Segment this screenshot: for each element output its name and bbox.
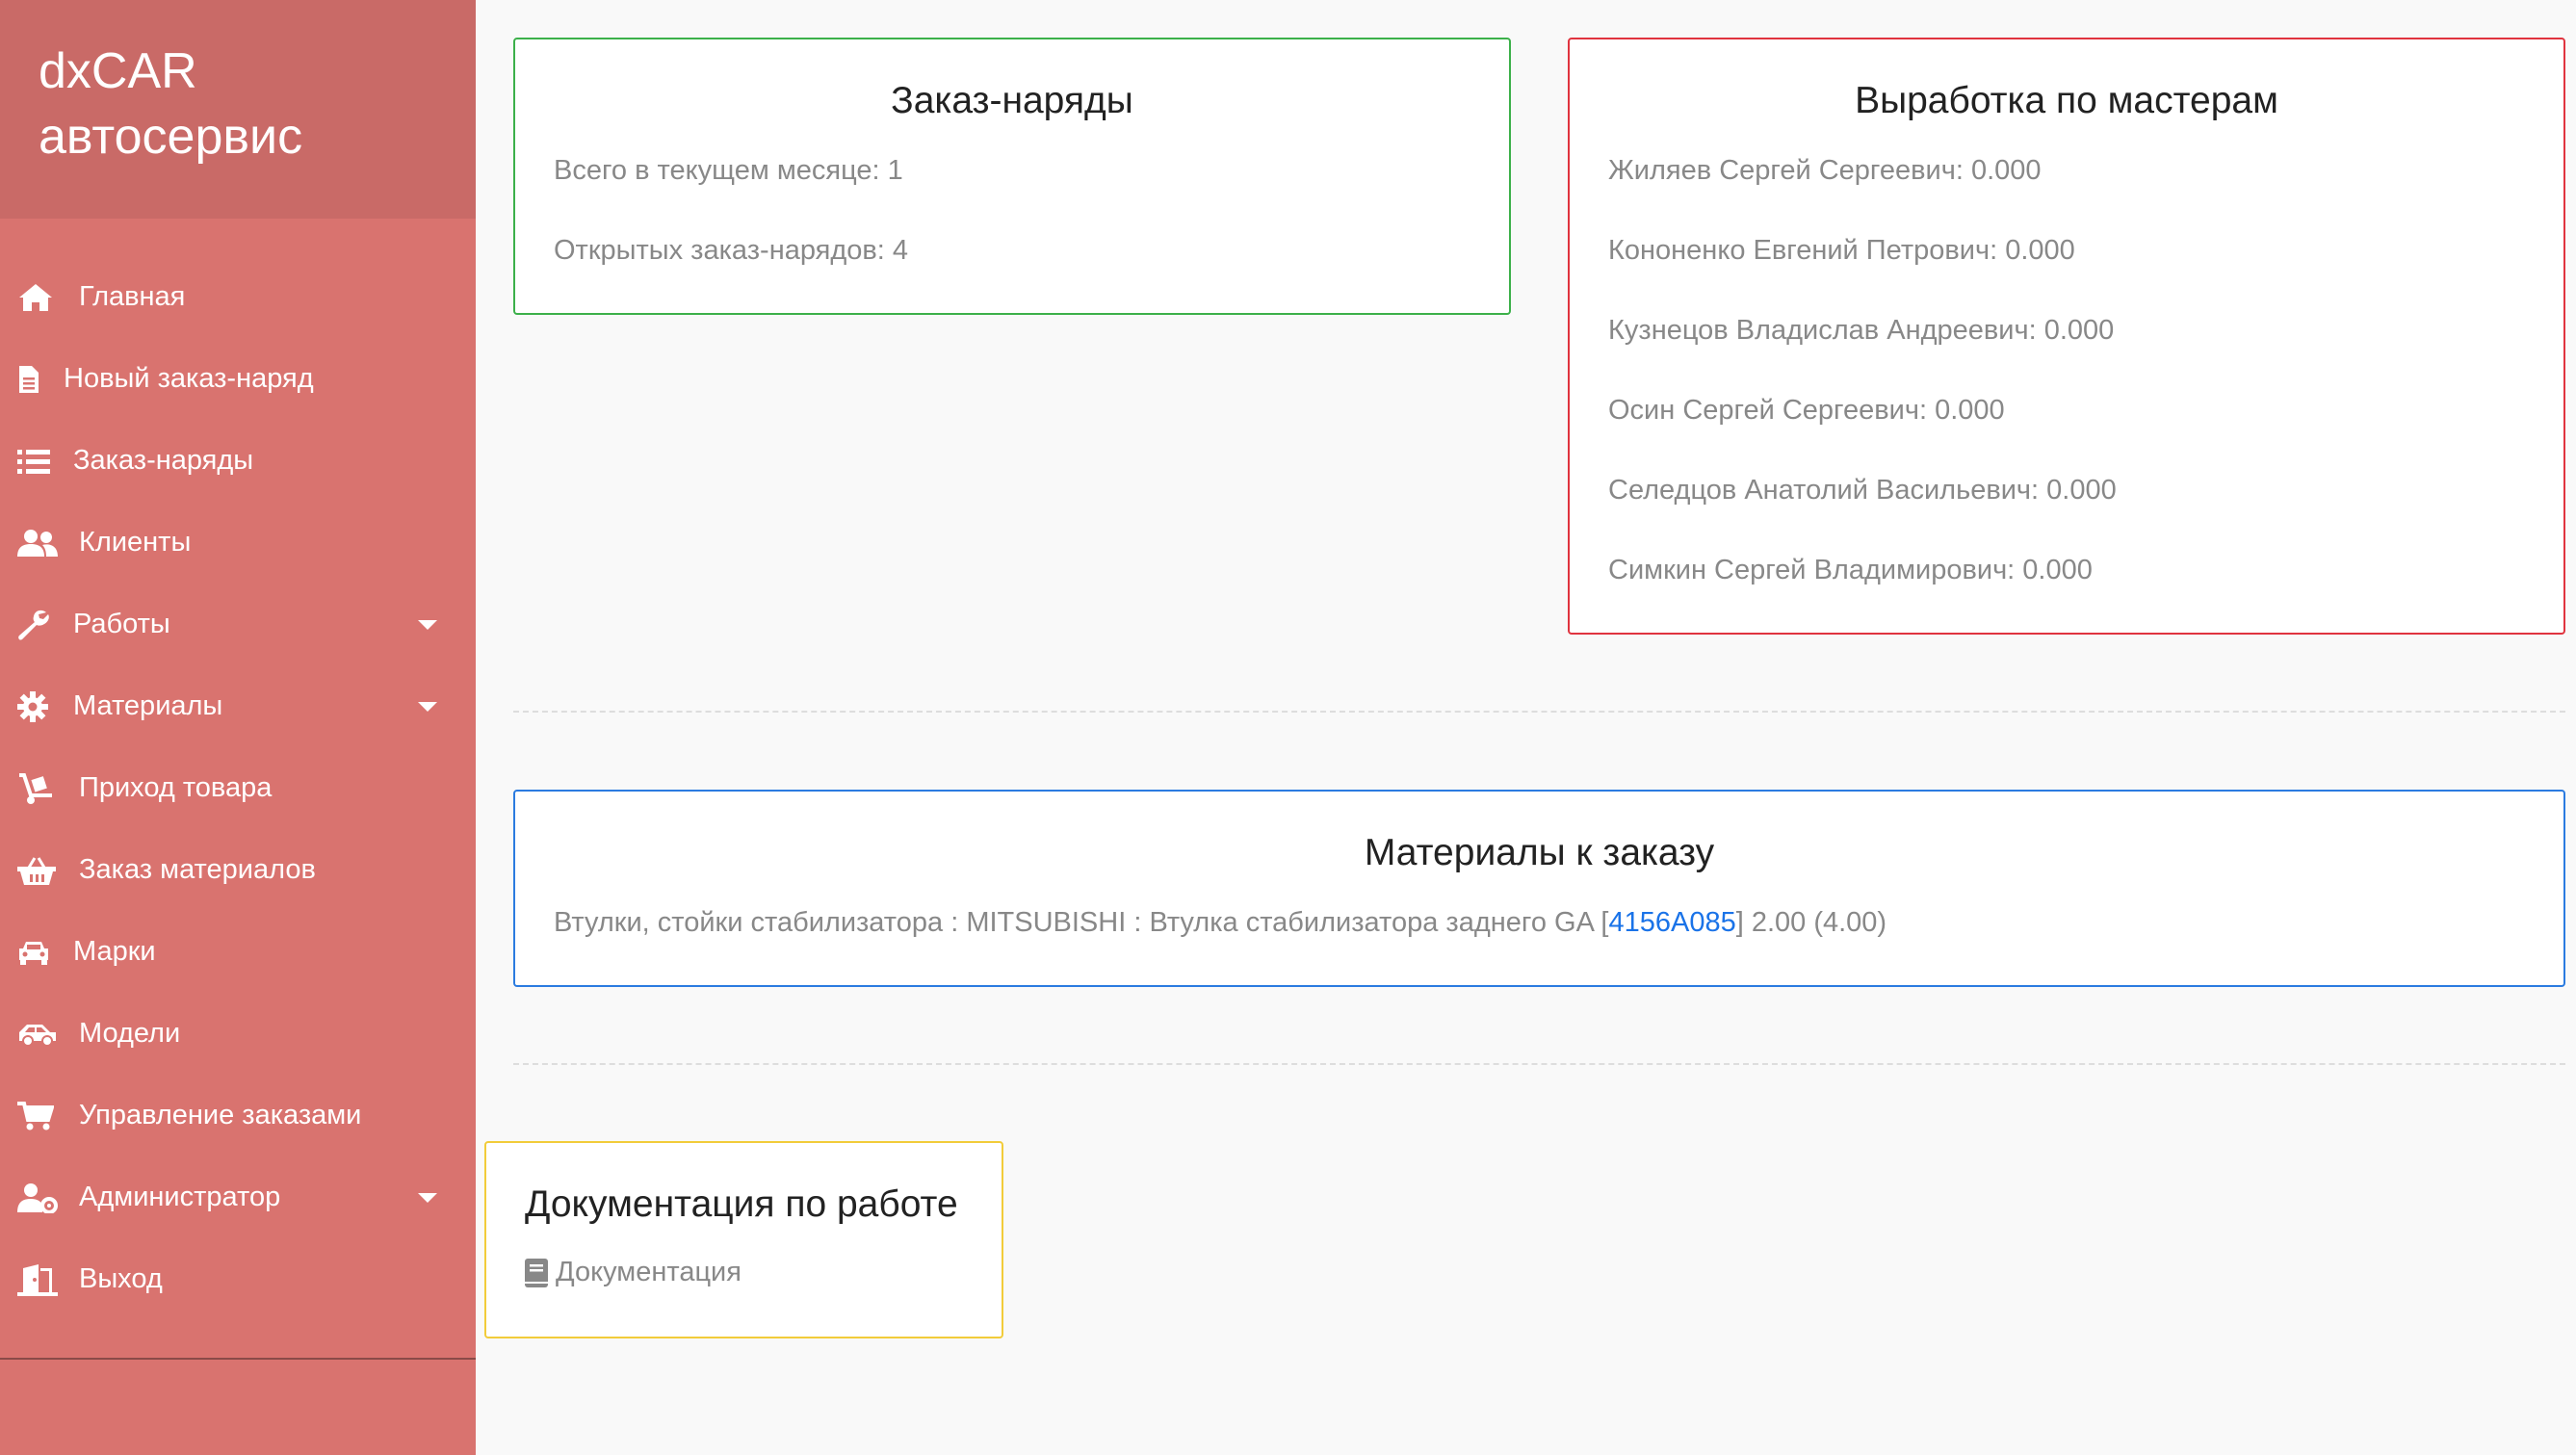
section-divider — [513, 711, 2565, 713]
sidebar-item-order-management[interactable]: Управление заказами — [0, 1075, 476, 1156]
material-item-description: Втулки, стойки стабилизатора : MITSUBISH… — [554, 907, 1609, 938]
sidebar-item-materials[interactable]: Материалы — [0, 665, 476, 747]
sidebar-item-label: Главная — [79, 281, 186, 312]
material-code-link[interactable]: 4156A085 — [1608, 907, 1735, 938]
section-divider — [513, 1063, 2565, 1065]
sidebar-item-label: Материалы — [73, 690, 223, 721]
documentation-link[interactable]: Документация — [525, 1257, 742, 1288]
car-side-icon — [17, 1015, 60, 1053]
sidebar-item-clients[interactable]: Клиенты — [0, 502, 476, 584]
sidebar-item-label: Администратор — [79, 1182, 281, 1212]
sidebar-item-goods-receipt[interactable]: Приход товара — [0, 747, 476, 829]
sidebar-item-label: Клиенты — [79, 527, 192, 558]
master-row: Жиляев Сергей Сергеевич: 0.000 — [1608, 155, 2042, 186]
sidebar-item-orders[interactable]: Заказ-наряды — [0, 420, 476, 502]
sidebar-item-label: Марки — [73, 936, 156, 967]
orders-card-title: Заказ-наряды — [891, 80, 1133, 121]
material-item: Втулки, стойки стабилизатора : MITSUBISH… — [554, 907, 1886, 939]
sidebar-item-brands[interactable]: Марки — [0, 911, 476, 993]
sidebar-item-label: Работы — [73, 609, 170, 639]
wrench-icon — [17, 606, 56, 644]
users-icon — [17, 524, 60, 562]
sidebar-item-order-materials[interactable]: Заказ материалов — [0, 829, 476, 911]
master-row: Симкин Сергей Владимирович: 0.000 — [1608, 555, 2093, 585]
master-row: Селедцов Анатолий Васильевич: 0.000 — [1608, 475, 2117, 506]
material-item-quantity: ] 2.00 (4.00) — [1735, 907, 1887, 938]
sidebar-divider — [0, 1358, 476, 1360]
home-icon — [17, 278, 60, 317]
master-row: Кузнецов Владислав Андреевич: 0.000 — [1608, 315, 2115, 346]
list-icon — [17, 442, 56, 481]
sidebar-item-label: Управление заказами — [79, 1100, 362, 1130]
docs-card-title: Документация по работе — [525, 1183, 958, 1225]
basket-icon — [17, 851, 60, 890]
sidebar: dxCAR автосервис Главная Новый заказ-нар… — [0, 0, 476, 1455]
sidebar-item-label: Заказ материалов — [79, 854, 316, 885]
document-icon — [17, 360, 50, 399]
materials-to-order-card: Материалы к заказу Втулки, стойки стабил… — [513, 790, 2565, 987]
brand-name: dxCAR — [39, 43, 197, 99]
sidebar-nav: Главная Новый заказ-наряд Заказ-наряды К… — [0, 256, 476, 1320]
chevron-down-icon — [418, 620, 437, 630]
car-icon — [17, 933, 56, 972]
brand-subtitle: автосервис — [39, 109, 303, 165]
gear-icon — [17, 688, 56, 726]
sidebar-item-home[interactable]: Главная — [0, 256, 476, 338]
sidebar-item-label: Модели — [79, 1018, 181, 1049]
masters-card-title: Выработка по мастерам — [1855, 80, 2278, 121]
sidebar-item-new-order[interactable]: Новый заказ-наряд — [0, 338, 476, 420]
sidebar-item-admin[interactable]: Администратор — [0, 1156, 476, 1238]
cart-icon — [17, 1097, 60, 1135]
orders-open-count: Открытых заказ-нарядов: 4 — [554, 235, 909, 266]
sidebar-item-works[interactable]: Работы — [0, 584, 476, 665]
book-icon — [525, 1258, 548, 1287]
sidebar-item-label: Приход товара — [79, 772, 273, 803]
brand-logo[interactable]: dxCAR автосервис — [0, 0, 476, 219]
master-row: Кононенко Евгений Петрович: 0.000 — [1608, 235, 2075, 266]
sidebar-item-models[interactable]: Модели — [0, 993, 476, 1075]
sidebar-item-label: Новый заказ-наряд — [64, 363, 314, 394]
orders-month-total: Всего в текущем месяце: 1 — [554, 155, 903, 186]
master-row: Осин Сергей Сергеевич: 0.000 — [1608, 395, 2005, 426]
chevron-down-icon — [418, 702, 437, 712]
dolly-icon — [17, 769, 60, 808]
chevron-down-icon — [418, 1193, 437, 1203]
work-documentation-card: Документация по работе Документация — [484, 1141, 1003, 1338]
sidebar-item-label: Заказ-наряды — [73, 445, 254, 476]
sidebar-item-logout[interactable]: Выход — [0, 1238, 476, 1320]
materials-card-title: Материалы к заказу — [1364, 832, 1715, 873]
door-exit-icon — [17, 1260, 60, 1299]
masters-output-card: Выработка по мастерам Жиляев Сергей Серг… — [1568, 38, 2565, 635]
user-cog-icon — [17, 1179, 60, 1217]
orders-summary-card: Заказ-наряды Всего в текущем месяце: 1 О… — [513, 38, 1511, 315]
sidebar-item-label: Выход — [79, 1263, 163, 1294]
documentation-link-label: Документация — [556, 1257, 742, 1287]
